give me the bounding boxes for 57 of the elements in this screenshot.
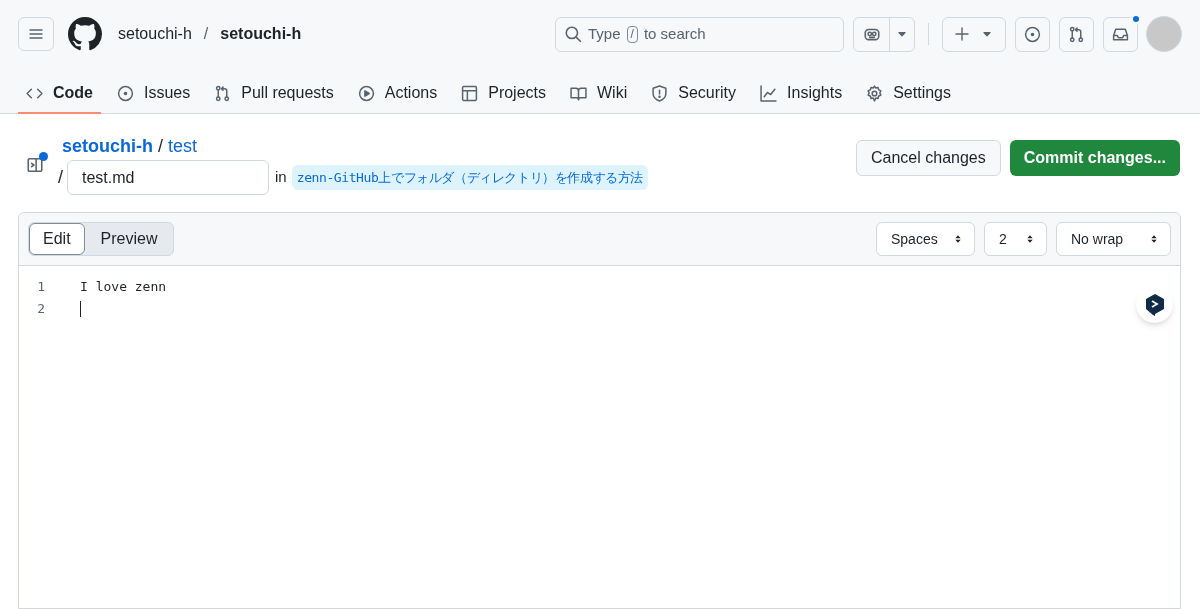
hexagon-arrow-icon: [1143, 292, 1166, 317]
select-dropdown[interactable]: 2: [984, 222, 1047, 256]
create-new-button[interactable]: [942, 16, 1006, 52]
octocat-logo-icon[interactable]: [68, 17, 102, 51]
in-label: in: [275, 167, 287, 188]
book-icon: [570, 84, 587, 102]
search-placeholder: Type: [588, 23, 621, 44]
search-field[interactable]: Type / to search: [555, 16, 844, 52]
repo-tab[interactable]: Projects: [453, 73, 554, 113]
code-line: I love zenn: [80, 278, 167, 297]
repo-tab[interactable]: Wiki: [562, 73, 636, 113]
cancel-changes-button[interactable]: Cancel changes: [856, 140, 1001, 176]
filename-input[interactable]: test.md: [67, 160, 269, 195]
search-placeholder: to search: [643, 23, 706, 44]
repo-tab[interactable]: Issues: [109, 73, 199, 113]
repo-link[interactable]: test: [168, 134, 198, 158]
inbox-icon: [1112, 25, 1129, 43]
table-icon: [461, 84, 479, 102]
commit-changes-button[interactable]: Commit changes...: [1009, 140, 1180, 176]
shield-icon: [651, 84, 669, 102]
line-number: 1: [36, 278, 45, 297]
select-dropdown[interactable]: Spaces: [876, 222, 975, 256]
sidebar-icon: [26, 156, 44, 174]
owner-link[interactable]: setouchi-h: [118, 22, 192, 46]
graph-icon: [760, 84, 778, 102]
repo-tab[interactable]: Settings: [858, 73, 959, 113]
repo-tab[interactable]: Insights: [752, 73, 851, 113]
pull-request-icon: [214, 84, 232, 102]
play-icon: [357, 84, 375, 102]
repo-tab[interactable]: Security: [643, 73, 745, 113]
issue-icon: [117, 84, 134, 102]
translate-extension-button[interactable]: [1136, 286, 1173, 323]
select-dropdown[interactable]: No wrap: [1056, 222, 1171, 256]
path-separator: /: [58, 166, 63, 189]
settings-icon: [866, 84, 884, 102]
editor-mode-tab[interactable]: Preview: [84, 223, 174, 255]
pull-requests-button[interactable]: [1059, 16, 1094, 52]
menu-icon: [28, 26, 44, 42]
inbox-button[interactable]: [1103, 16, 1138, 52]
copilot-button-group[interactable]: [853, 16, 915, 52]
repo-link[interactable]: setouchi-h: [220, 22, 302, 46]
pull-request-icon: [1068, 25, 1085, 43]
issue-icon: [1024, 25, 1041, 43]
plus-icon: [954, 26, 970, 42]
issues-button[interactable]: [1015, 16, 1050, 52]
repo-tab[interactable]: Code: [18, 73, 101, 113]
path-separator: /: [203, 24, 209, 44]
keyboard-key: /: [626, 25, 638, 43]
editor-mode-tab[interactable]: Edit: [29, 223, 85, 255]
repo-tab[interactable]: Pull requests: [206, 73, 342, 113]
search-icon: [564, 25, 582, 43]
branch-name[interactable]: zenn-GitHub上でフォルダ（ディレクトリ）を作成する方法: [291, 164, 648, 191]
line-number: 2: [36, 300, 45, 319]
menu-button[interactable]: [18, 17, 54, 51]
repo-tab[interactable]: Actions: [349, 73, 446, 113]
owner-link[interactable]: setouchi-h: [62, 134, 153, 158]
path-separator: /: [158, 135, 164, 158]
